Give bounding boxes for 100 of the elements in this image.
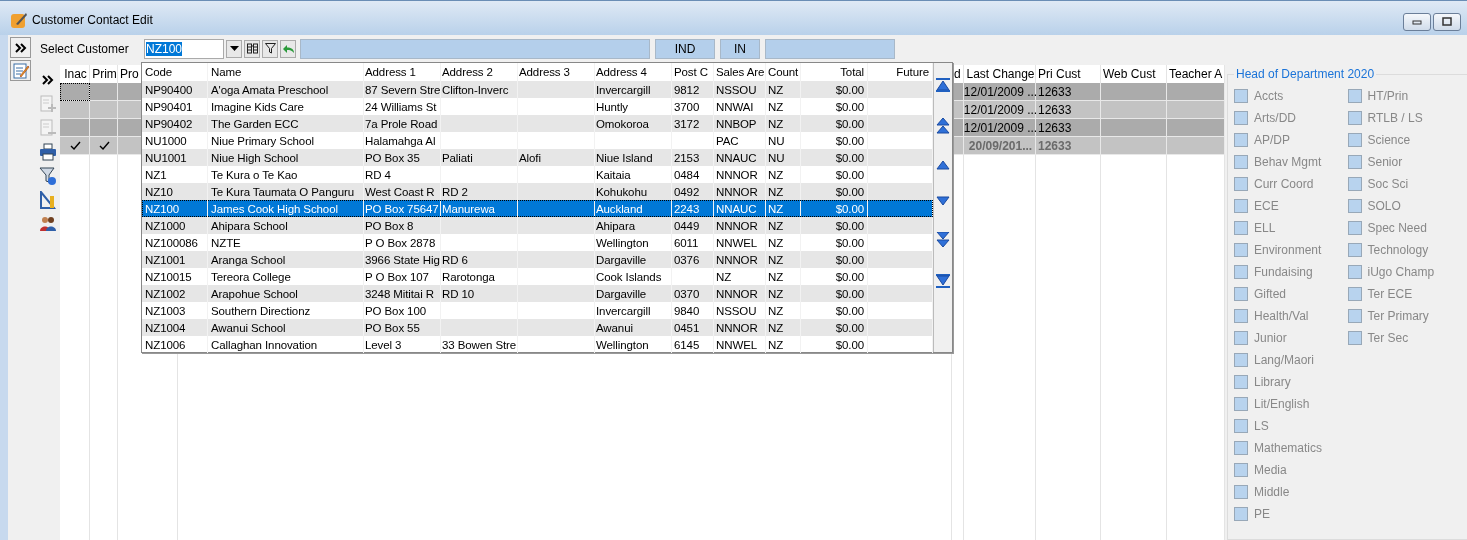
- info-field[interactable]: [765, 38, 895, 59]
- customer-name-field[interactable]: [300, 38, 650, 59]
- list-row[interactable]: NZ1006 Callaghan Innovation Level 3 33 Bowen Stre Wellington 6145 NNWEL NZ $0.00: [142, 336, 933, 353]
- table-cell: $0.00: [835, 236, 864, 249]
- table-cell: [1101, 119, 1167, 137]
- table-cell: NZ1003: [145, 304, 186, 317]
- list-row[interactable]: NZ100 James Cook High School PO Box 75647 Manurewa Auckland 2243 NNAUC NZ $0.00: [142, 200, 933, 217]
- edit-icon: [11, 61, 30, 80]
- caret-icon: [229, 45, 239, 52]
- table-cell: $0.00: [835, 100, 864, 113]
- checkbox-cell[interactable]: [90, 101, 118, 119]
- checkbox-cell[interactable]: [60, 137, 90, 155]
- printer-icon[interactable]: [38, 142, 58, 161]
- checkbox-cell[interactable]: [60, 83, 90, 101]
- list-row[interactable]: NZ1000 Ahipara School PO Box 8 Ahipara 0449 NNNOR NZ $0.00: [142, 217, 933, 234]
- table-cell: RD 4: [365, 168, 391, 181]
- checkbox-label: LS: [1254, 419, 1269, 433]
- table-cell: RD 6: [442, 253, 468, 266]
- list-row[interactable]: NP90400 A'oga Amata Preschool 87 Severn StreClifton-Inverc Invercargill 9812 NSSOU NZ $0.00: [142, 81, 933, 98]
- table-cell: NZ: [768, 117, 784, 130]
- binoculars-icon[interactable]: [244, 39, 260, 58]
- table-cell: NZ1002: [145, 287, 186, 300]
- checkbox-cell[interactable]: [60, 101, 90, 119]
- table-cell: 6011: [674, 236, 699, 249]
- checkbox-label: Soc Sci: [1367, 177, 1409, 191]
- checkbox-label: Technology: [1367, 243, 1429, 257]
- table-cell: Imagine Kids Care: [211, 100, 304, 113]
- table-cell: Dargaville: [596, 253, 647, 266]
- group-title: Head of Department 2020: [1235, 67, 1376, 81]
- list-row[interactable]: NZ1002 Arapohue School 3248 Mititai R RD 10 Dargaville 0370 NNNOR NZ $0.00: [142, 285, 933, 302]
- last-page-icon[interactable]: [936, 274, 950, 288]
- table-cell: Auckland: [596, 202, 643, 215]
- table-cell: [1167, 101, 1225, 119]
- list-row[interactable]: NZ1001 Aranga School 3966 State Hig RD 6 Dargaville 0376 NNNOR NZ $0.00: [142, 251, 933, 268]
- ruler-triangle-icon[interactable]: [38, 190, 58, 209]
- customer-code-field[interactable]: NZ100: [144, 38, 224, 59]
- dropdown-button[interactable]: [226, 39, 242, 58]
- table-cell: 0484: [674, 168, 700, 181]
- table-cell: $0.00: [835, 219, 864, 232]
- type-field[interactable]: IND: [655, 38, 715, 59]
- table-cell: [1167, 119, 1225, 137]
- table-cell: $0.00: [835, 151, 864, 164]
- table-cell: PO Box 100: [365, 304, 426, 317]
- list-row[interactable]: NU1001 Niue High School PO Box 35 Paliati Alofi Niue Island 2153 NNAUC NU $0.00: [142, 149, 933, 166]
- table-cell: Kohukohu: [596, 185, 647, 198]
- checkbox-label: Ter Sec: [1367, 331, 1409, 345]
- table-cell: Invercargill: [596, 83, 651, 96]
- filter-icon[interactable]: [262, 39, 278, 58]
- table-cell: 0370: [674, 287, 700, 300]
- table-cell: Te Kura Taumata O Panguru: [211, 185, 355, 198]
- table-cell: Paliati: [442, 151, 473, 164]
- add-document-icon[interactable]: [38, 94, 58, 113]
- checkbox-label: Library: [1254, 375, 1291, 389]
- table-cell: Dargaville: [596, 287, 647, 300]
- restore-button[interactable]: [1433, 13, 1461, 31]
- table-cell: [1101, 101, 1167, 119]
- checkbox-cell[interactable]: [90, 119, 118, 137]
- page-down-icon[interactable]: [936, 232, 950, 248]
- table-cell: 12633: [1036, 101, 1101, 119]
- filter-info-icon[interactable]: [38, 166, 58, 185]
- table-cell: 7a Prole Road: [365, 117, 438, 130]
- table-cell: Manurewa: [442, 202, 495, 215]
- checkbox-cell[interactable]: [60, 119, 90, 137]
- table-cell: NNNOR: [716, 185, 758, 198]
- checkbox-cell[interactable]: [90, 137, 118, 155]
- table-cell: 0376: [674, 253, 700, 266]
- list-row[interactable]: NP90402 The Garden ECC 7a Prole Road Omokoroa 3172 NNBOP NZ $0.00: [142, 115, 933, 132]
- list-row[interactable]: NZ10 Te Kura Taumata O Panguru West Coast R RD 2 Kohukohu 0492 NNNOR NZ $0.00: [142, 183, 933, 200]
- table-cell: Niue Island: [596, 151, 653, 164]
- table-cell: Cook Islands: [596, 270, 662, 283]
- table-cell: 24 Williams St: [365, 100, 437, 113]
- table-cell: Wellington: [596, 338, 649, 351]
- table-cell: Callaghan Innovation: [211, 338, 318, 351]
- table-cell: 87 Severn Stre: [365, 83, 441, 96]
- remove-document-icon[interactable]: [38, 118, 58, 137]
- table-cell: RD 2: [442, 185, 468, 198]
- table-cell: [1101, 83, 1167, 101]
- checkbox-cell[interactable]: [90, 83, 118, 101]
- checkbox-label: HT/Prin: [1367, 89, 1409, 103]
- table-cell: 2153: [674, 151, 700, 164]
- region-field[interactable]: IN: [720, 38, 760, 59]
- first-page-icon[interactable]: [936, 78, 950, 92]
- table-cell: Southern Directionz: [211, 304, 311, 317]
- table-cell: Aranga School: [211, 253, 286, 266]
- down-arrow-icon[interactable]: [936, 196, 950, 206]
- up-arrow-icon[interactable]: [936, 160, 950, 170]
- table-cell: NNWEL: [716, 338, 758, 351]
- table-cell: $0.00: [835, 134, 864, 147]
- table-cell: NZ: [716, 270, 732, 283]
- minimize-button[interactable]: [1403, 13, 1431, 31]
- table-cell: PO Box 75647: [365, 202, 439, 215]
- checkbox-label: Curr Coord: [1254, 177, 1314, 191]
- expand-button[interactable]: [10, 37, 31, 58]
- table-cell: NNNOR: [716, 321, 758, 334]
- list-row[interactable]: NZ1004 Awanui School PO Box 55 Awanui 0451 NNNOR NZ $0.00: [142, 319, 933, 336]
- people-icon[interactable]: [38, 214, 58, 233]
- table-cell: $0.00: [835, 202, 864, 215]
- page-up-icon[interactable]: [936, 118, 950, 134]
- table-cell: Awanui School: [211, 321, 286, 334]
- table-cell: 6145: [674, 338, 700, 351]
